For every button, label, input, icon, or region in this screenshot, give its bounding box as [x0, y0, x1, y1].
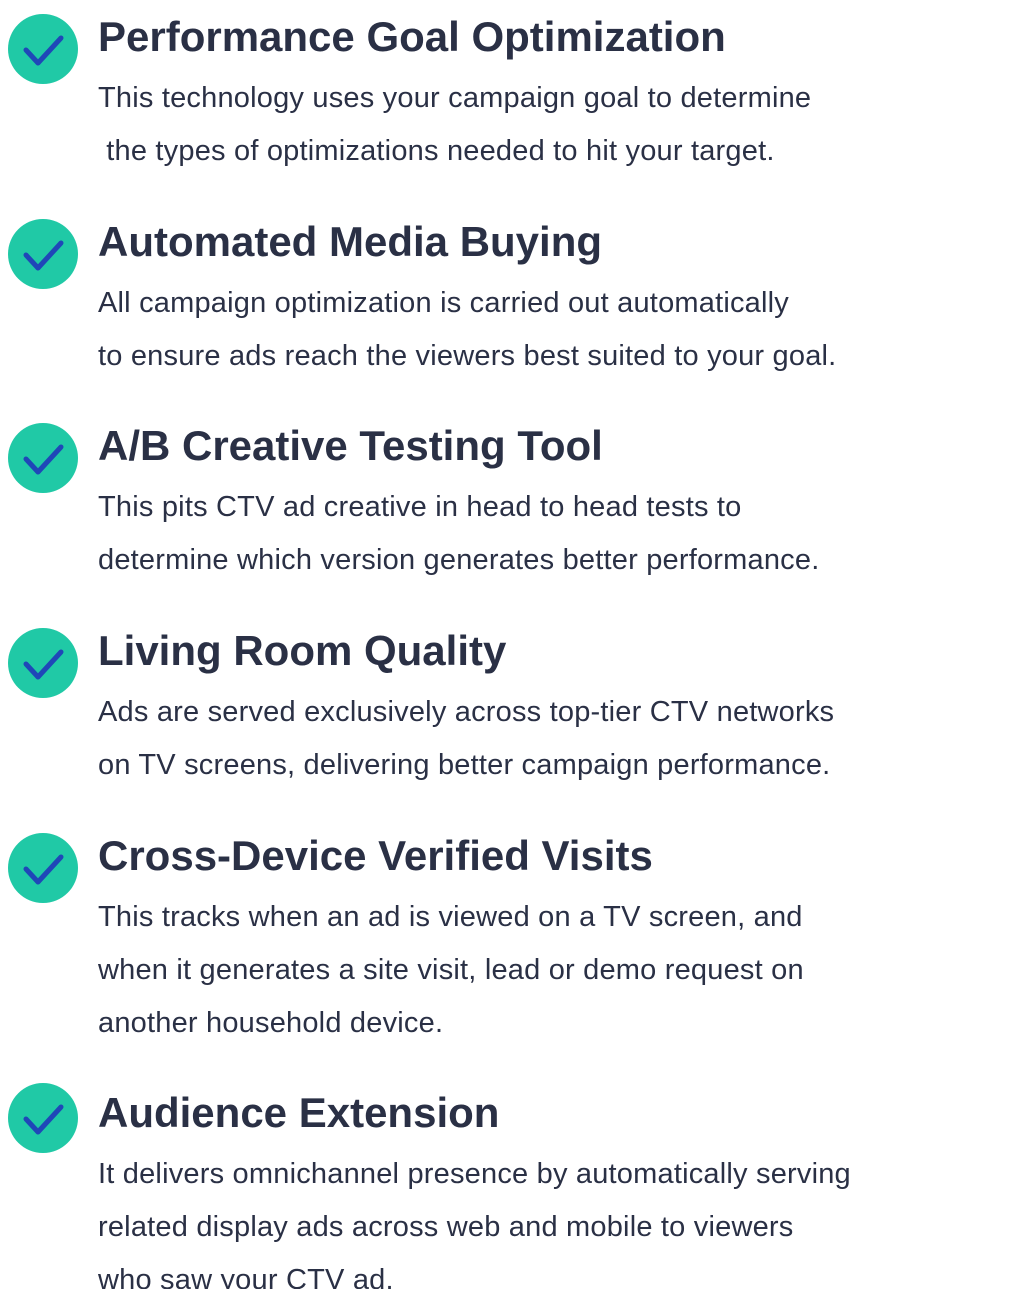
feature-title: Audience Extension — [98, 1089, 500, 1136]
check-circle-icon — [8, 423, 78, 493]
feature-title: Living Room Quality — [98, 627, 507, 674]
description-line: This pits CTV ad creative in head to hea… — [98, 491, 742, 523]
feature-description: Ads are served exclusively across top-ti… — [98, 686, 1013, 792]
check-circle-icon — [8, 14, 78, 84]
description-line: determine which version generates better… — [98, 544, 820, 576]
description-line: All campaign optimization is carried out… — [98, 287, 789, 319]
description-line: related display ads across web and mobil… — [98, 1211, 794, 1243]
feature-description: This tracks when an ad is viewed on a TV… — [98, 891, 1013, 1050]
description-line: Ads are served exclusively across top-ti… — [98, 696, 835, 728]
description-line: the types of optimizations needed to hit… — [98, 135, 775, 167]
description-line: another household device. — [98, 1007, 444, 1039]
description-line: who saw your CTV ad. — [98, 1264, 394, 1289]
feature-title: Automated Media Buying — [98, 218, 603, 265]
feature-description: It delivers omnichannel presence by auto… — [98, 1148, 1013, 1289]
description-line: to ensure ads reach the viewers best sui… — [98, 340, 837, 372]
feature-description: This technology uses your campaign goal … — [98, 72, 1013, 178]
check-circle-icon — [8, 628, 78, 698]
description-line: It delivers omnichannel presence by auto… — [98, 1158, 851, 1190]
feature-description: All campaign optimization is carried out… — [98, 277, 1013, 383]
description-line: This tracks when an ad is viewed on a TV… — [98, 901, 803, 933]
check-circle-icon — [8, 833, 78, 903]
check-circle-icon — [8, 219, 78, 289]
feature-title: A/B Creative Testing Tool — [98, 422, 603, 469]
feature-title: Performance Goal Optimization — [98, 13, 726, 60]
feature-title: Cross-Device Verified Visits — [98, 832, 653, 879]
description-line: on TV screens, delivering better campaig… — [98, 749, 831, 781]
description-line: This technology uses your campaign goal … — [98, 82, 812, 114]
feature-description: This pits CTV ad creative in head to hea… — [98, 481, 1013, 587]
check-circle-icon — [8, 1083, 78, 1153]
description-line: when it generates a site visit, lead or … — [98, 954, 804, 986]
